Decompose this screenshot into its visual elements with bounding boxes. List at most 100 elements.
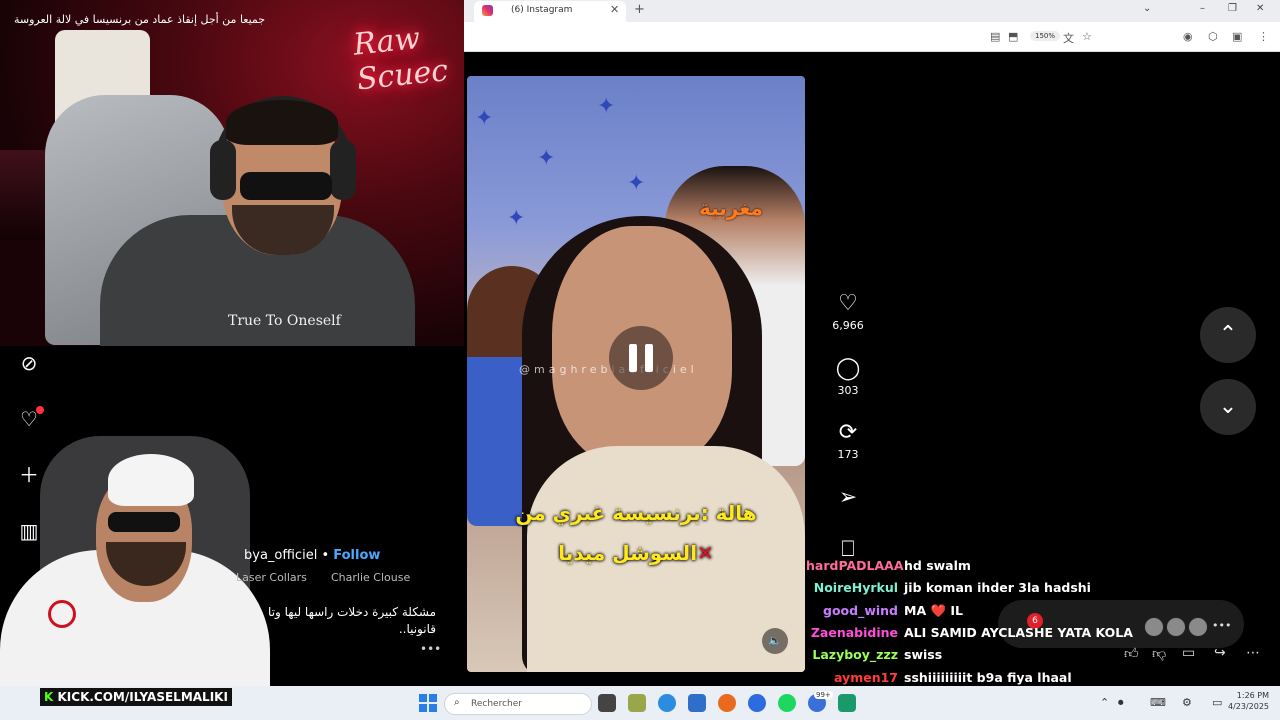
pattern-star: ✦ xyxy=(475,106,494,131)
pause-button[interactable] xyxy=(609,326,673,390)
chat-username[interactable]: good_wind xyxy=(806,603,898,618)
taskbar-badge: 99+ xyxy=(814,691,833,699)
pattern-star: ✦ xyxy=(597,94,616,119)
kick-channel-banner: K KICK.COM/ILYASELMALIKI xyxy=(40,688,232,706)
shirt-text: True To Oneself xyxy=(228,313,341,329)
comments-icon[interactable]: ▭ xyxy=(1182,645,1195,661)
task-view-icon[interactable] xyxy=(598,694,616,712)
overlay-more-icon[interactable]: ••• xyxy=(1212,619,1231,632)
browser-toolbar xyxy=(464,22,1280,52)
comment-icon[interactable]: ◯ xyxy=(830,356,866,382)
post-music-artist[interactable]: Charlie Clouse xyxy=(331,571,410,584)
start-tile xyxy=(429,694,437,702)
like-count: 6,966 xyxy=(832,319,864,332)
repost-count: 173 xyxy=(837,448,859,461)
notification-dot xyxy=(36,406,44,414)
more-options-icon[interactable]: ⋯ xyxy=(1246,645,1260,661)
chat-username[interactable]: hardPADLAAA xyxy=(806,558,904,573)
red-x-icon: ✕ xyxy=(697,541,714,565)
sunglasses xyxy=(240,172,332,200)
chat-message: NoireHyrkul jib koman ihder 3la hadshi xyxy=(806,580,1091,595)
chat-username[interactable]: aymen17 xyxy=(806,670,898,685)
media-icon[interactable]: ⏺ xyxy=(1118,696,1124,710)
store-icon[interactable] xyxy=(688,694,706,712)
streamer-hair xyxy=(226,100,338,145)
chat-username[interactable]: Lazyboy_zzz xyxy=(806,647,898,662)
tray-overflow-icon[interactable]: ⌃ xyxy=(1100,696,1109,709)
webcam-streamer-1: Raw Scuec True To Oneself جميعا من أجل إ… xyxy=(0,0,464,346)
post-author: bya_officiel • Follow xyxy=(244,548,380,563)
post-music-title[interactable]: Laser Collars xyxy=(236,571,307,584)
extensions-icon[interactable]: ⬡ xyxy=(1208,30,1218,43)
spotify-icon[interactable] xyxy=(778,694,796,712)
minimize-button[interactable]: – xyxy=(1200,3,1205,14)
browser-menu-icon[interactable]: ⋮ xyxy=(1258,30,1269,43)
chat-message: good_wind MA ❤️ IL xyxy=(806,603,963,619)
windows-start-icon[interactable] xyxy=(419,694,437,712)
maximize-button[interactable]: ❐ xyxy=(1228,3,1237,14)
profile-icon[interactable]: ◉ xyxy=(1183,30,1193,43)
repost-icon[interactable]: ⟳ xyxy=(830,420,866,446)
pattern-star: ✦ xyxy=(537,146,556,171)
share-icon[interactable]: ➢ xyxy=(830,485,866,511)
separator-dot: • xyxy=(321,548,330,563)
tab-close-icon[interactable]: ✕ xyxy=(610,3,619,16)
share-action[interactable]: ➢ xyxy=(830,485,866,511)
viewer-avatar xyxy=(1144,617,1164,637)
chat-text: MA ❤️ IL xyxy=(904,602,963,618)
reel-video[interactable]: ✦ ✦ ✦ ✦ ✦ ✦ مغربية @maghrebiaofficiel ها… xyxy=(467,76,805,672)
bookmark-star-icon[interactable]: ☆ xyxy=(1082,30,1092,43)
widgets-icon[interactable] xyxy=(628,694,646,712)
keyboard-icon[interactable]: ⌨ xyxy=(1150,696,1166,709)
mute-toggle-icon[interactable]: 🔈 xyxy=(762,628,788,654)
app-icon[interactable] xyxy=(838,694,856,712)
streamer-2-sunglasses xyxy=(108,512,180,532)
chat-message: Lazyboy_zzz swiss xyxy=(806,647,942,662)
comment-count: 303 xyxy=(837,384,859,397)
heart-icon[interactable]: ♡ xyxy=(830,291,866,317)
like-action[interactable]: ♡ 6,966 xyxy=(830,291,866,332)
post-username[interactable]: bya_officiel xyxy=(244,548,317,563)
cast-icon[interactable]: ▭ xyxy=(1212,696,1222,709)
firefox-icon[interactable] xyxy=(718,694,736,712)
viewer-avatar xyxy=(1166,617,1186,637)
follow-button[interactable]: Follow xyxy=(333,548,380,563)
stream-title: جميعا من أجل إنقاذ عماد من برنسيسا في لا… xyxy=(14,13,266,26)
post-caption: مشكلة كبيرة دخلات راسها ليها وتا قانونيا… xyxy=(268,605,436,636)
next-reel-button[interactable]: ⌄ xyxy=(1200,379,1256,435)
headset-left xyxy=(210,140,236,200)
kick-logo-icon: K xyxy=(44,690,54,704)
taskbar-clock[interactable]: 1:26 PM 4/23/2025 xyxy=(1228,690,1269,712)
previous-reel-button[interactable]: ⌃ xyxy=(1200,307,1256,363)
install-app-icon[interactable]: ⬒ xyxy=(1008,30,1018,43)
repost-action[interactable]: ⟳ 173 xyxy=(830,420,866,461)
tab-title: (6) Instagram xyxy=(511,5,573,15)
share-arrow-icon[interactable]: ↪ xyxy=(1214,645,1226,661)
translate-icon[interactable]: 文 xyxy=(1063,30,1074,46)
start-tile xyxy=(419,694,427,702)
taskbar-search[interactable]: Rechercher xyxy=(444,693,592,715)
post-more-icon[interactable]: ••• xyxy=(420,642,441,656)
settings-gear-icon[interactable]: ⚙ xyxy=(1182,696,1192,709)
chat-username[interactable]: Zaenabidine xyxy=(806,625,898,640)
start-tile xyxy=(419,704,427,712)
tab-search-icon[interactable]: ⌄ xyxy=(1143,3,1151,14)
webcam-streamer-2 xyxy=(0,432,280,692)
translate-ext-icon[interactable]: ▣ xyxy=(1232,30,1242,43)
explore-compass-icon[interactable]: ⊘ xyxy=(16,350,42,376)
close-window-button[interactable]: ✕ xyxy=(1256,3,1264,14)
thumbs-down-icon[interactable]: 👎︎ xyxy=(1152,645,1166,662)
video-caption-line-2: ✕السوشل ميديا xyxy=(467,541,805,565)
chat-username[interactable]: NoireHyrkul xyxy=(806,580,898,595)
pattern-star: ✦ xyxy=(507,206,526,231)
chrome-icon[interactable] xyxy=(748,694,766,712)
chat-text: hd swalm xyxy=(904,558,971,573)
reader-mode-icon[interactable]: ▤ xyxy=(990,30,1000,43)
comment-action[interactable]: ◯ 303 xyxy=(830,356,866,397)
thumbs-up-icon[interactable]: 👍︎ xyxy=(1124,645,1139,662)
new-tab-button[interactable]: + xyxy=(634,2,645,17)
edge-icon[interactable] xyxy=(658,694,676,712)
zoom-level[interactable]: 150% xyxy=(1030,31,1061,41)
instagram-icon xyxy=(482,5,493,16)
chat-message: hardPADLAAAhd swalm xyxy=(806,558,971,573)
